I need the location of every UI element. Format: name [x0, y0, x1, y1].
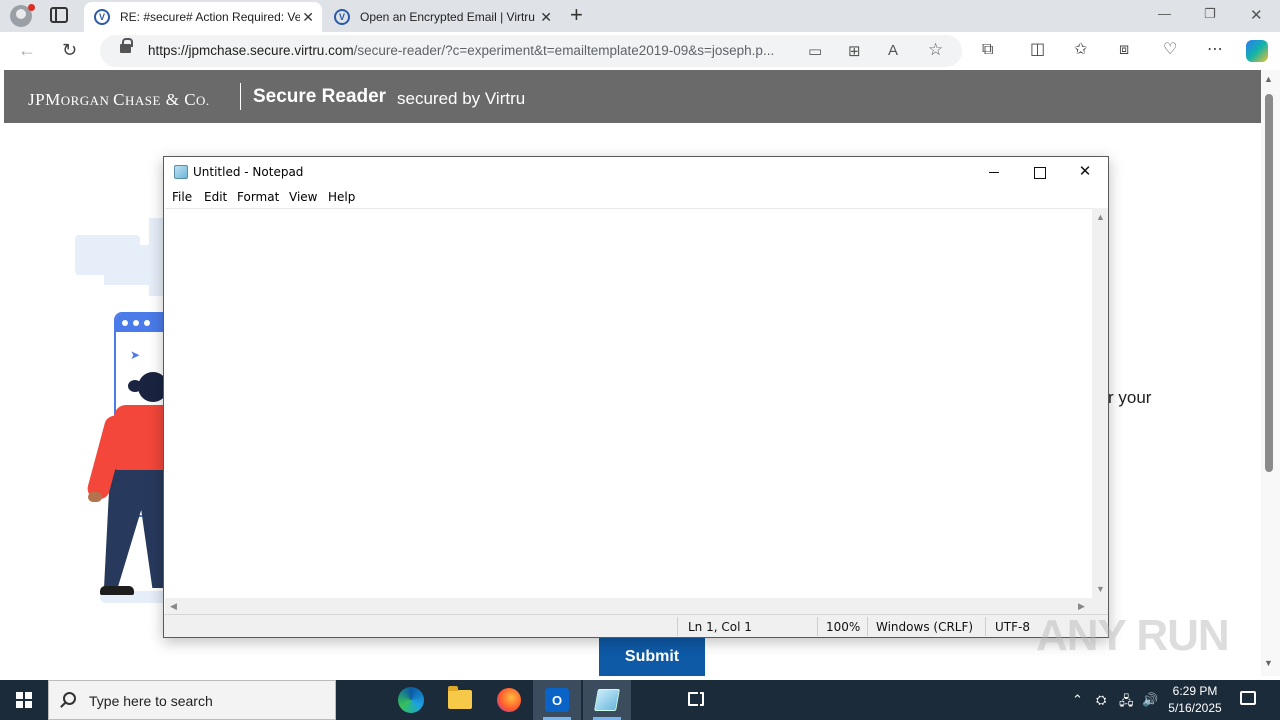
- profile-notification-dot: [28, 4, 35, 11]
- minimize-window-icon[interactable]: —: [1158, 6, 1171, 21]
- collections-icon[interactable]: ⧈: [1119, 42, 1129, 58]
- notepad-statusbar: Ln 1, Col 1 100% Windows (CRLF) UTF-8: [164, 614, 1108, 637]
- show-hidden-icons-icon[interactable]: ⌃: [1072, 692, 1083, 708]
- taskbar-clock[interactable]: 6:29 PM 5/16/2025: [1162, 683, 1228, 717]
- browser-essentials-icon[interactable]: ♡: [1163, 42, 1177, 58]
- outlook-icon: O: [545, 688, 569, 712]
- address-bar[interactable]: https://jpmchase.secure.virtru.com/secur…: [100, 35, 962, 67]
- back-icon[interactable]: ←: [18, 41, 36, 59]
- notepad-vertical-scrollbar[interactable]: ▲ ▼: [1092, 208, 1108, 598]
- secured-by-text: secured by Virtru: [397, 89, 526, 108]
- notepad-taskbar-icon: [594, 689, 620, 711]
- notepad-app-icon: [174, 165, 188, 179]
- zoom-level: 100%: [826, 620, 861, 634]
- clock-time: 6:29 PM: [1172, 684, 1218, 698]
- copilot-icon[interactable]: [1246, 40, 1268, 62]
- notepad-minimize-icon[interactable]: [971, 161, 1017, 183]
- tab-title: Open an Encrypted Email | Virtru: [360, 10, 535, 24]
- restore-window-icon[interactable]: ❐: [1204, 6, 1216, 22]
- scroll-left-icon[interactable]: ◀: [170, 601, 177, 612]
- task-view-icon: [688, 692, 704, 706]
- more-icon[interactable]: ⋯: [1207, 42, 1223, 58]
- taskbar-search-box[interactable]: Type here to search: [48, 680, 336, 720]
- browser-scrollbar[interactable]: ▲ ▼: [1261, 70, 1280, 676]
- encoding: UTF-8: [995, 620, 1030, 634]
- scroll-thumb[interactable]: [1265, 94, 1273, 472]
- menu-edit[interactable]: Edit: [204, 190, 227, 204]
- lock-icon[interactable]: [120, 38, 133, 53]
- menu-view[interactable]: View: [289, 190, 317, 204]
- brand-header: JPMORGAN CHASE & CO. Secure Reader secur…: [4, 70, 1261, 123]
- taskbar-task-view[interactable]: [336, 680, 704, 720]
- virtru-favicon-icon: V: [94, 9, 110, 25]
- network-icon[interactable]: 🖧: [1119, 692, 1134, 714]
- jpmorgan-logo: JPMORGAN CHASE & CO.: [28, 90, 210, 109]
- refresh-icon[interactable]: ↻: [62, 41, 77, 59]
- notepad-title: Untitled - Notepad: [193, 165, 304, 179]
- firefox-icon: [497, 688, 521, 712]
- favorite-icon[interactable]: ☆: [928, 40, 943, 60]
- browser-tab-strip: V RE: #secure# Action Required: Ve ✕ V O…: [0, 0, 1280, 32]
- scroll-up-icon[interactable]: ▲: [1096, 212, 1105, 222]
- menu-help[interactable]: Help: [328, 190, 355, 204]
- notepad-window: Untitled - Notepad ✕ File Edit Format Vi…: [163, 156, 1109, 638]
- file-explorer-icon: [448, 686, 472, 709]
- line-ending: Windows (CRLF): [876, 620, 974, 634]
- tab-actions-icon[interactable]: [50, 7, 68, 23]
- favorites-icon[interactable]: ✩: [1074, 42, 1087, 58]
- submit-button[interactable]: Submit: [599, 637, 705, 676]
- extensions-icon[interactable]: ⧉: [982, 42, 993, 58]
- notepad-menubar: File Edit Format View Help: [164, 187, 1108, 207]
- url-text[interactable]: https://jpmchase.secure.virtru.com/secur…: [148, 43, 774, 58]
- notepad-horizontal-scrollbar[interactable]: ◀ ▶: [165, 598, 1092, 614]
- scroll-down-icon[interactable]: ▼: [1096, 584, 1105, 594]
- volume-icon[interactable]: 🔊: [1142, 692, 1158, 708]
- close-window-icon[interactable]: ✕: [1250, 6, 1263, 24]
- partially-hidden-text: r your: [1108, 388, 1152, 407]
- device-icon[interactable]: ⛭: [1096, 692, 1106, 708]
- notification-center-icon[interactable]: [1240, 691, 1256, 705]
- scroll-up-icon[interactable]: ▲: [1264, 74, 1273, 84]
- read-aloud-icon[interactable]: A: [888, 42, 898, 59]
- header-divider: [240, 83, 241, 110]
- close-tab-icon[interactable]: ✕: [540, 9, 552, 26]
- virtru-favicon-icon: V: [334, 9, 350, 25]
- close-tab-icon[interactable]: ✕: [302, 9, 314, 26]
- windows-start-icon[interactable]: [16, 692, 32, 708]
- tab-open-encrypted-email[interactable]: V Open an Encrypted Email | Virtru ✕: [324, 2, 560, 32]
- anyrun-watermark: ANY RUN: [1036, 611, 1230, 660]
- new-tab-icon[interactable]: +: [570, 4, 583, 26]
- app-available-icon[interactable]: ▭: [808, 42, 822, 60]
- product-title: Secure Reader: [253, 86, 387, 107]
- split-screen-icon[interactable]: ◫: [1030, 42, 1045, 58]
- search-placeholder: Type here to search: [89, 693, 213, 709]
- scroll-down-icon[interactable]: ▼: [1264, 658, 1273, 668]
- browser-toolbar: ← ↻ https://jpmchase.secure.virtru.com/s…: [0, 32, 1280, 70]
- notepad-text-area[interactable]: [165, 208, 1092, 598]
- clock-date: 5/16/2025: [1168, 701, 1222, 715]
- notepad-close-icon[interactable]: ✕: [1062, 161, 1108, 183]
- tab-re-secure[interactable]: V RE: #secure# Action Required: Ve ✕: [84, 2, 322, 32]
- taskbar: Type here to search O ⌃ ⛭ 🖧 🔊 6:29 PM 5/…: [0, 680, 1280, 720]
- notepad-titlebar[interactable]: Untitled - Notepad ✕: [164, 157, 1108, 187]
- tab-title: RE: #secure# Action Required: Ve: [120, 10, 300, 24]
- edge-icon: [398, 687, 424, 713]
- send-icon: ➤: [130, 348, 141, 362]
- menu-format[interactable]: Format: [237, 190, 279, 204]
- cursor-position: Ln 1, Col 1: [688, 620, 752, 634]
- menu-file[interactable]: File: [172, 190, 192, 204]
- notepad-maximize-icon[interactable]: [1016, 161, 1062, 183]
- qr-icon[interactable]: ⊞: [848, 42, 861, 60]
- search-icon: [63, 692, 76, 705]
